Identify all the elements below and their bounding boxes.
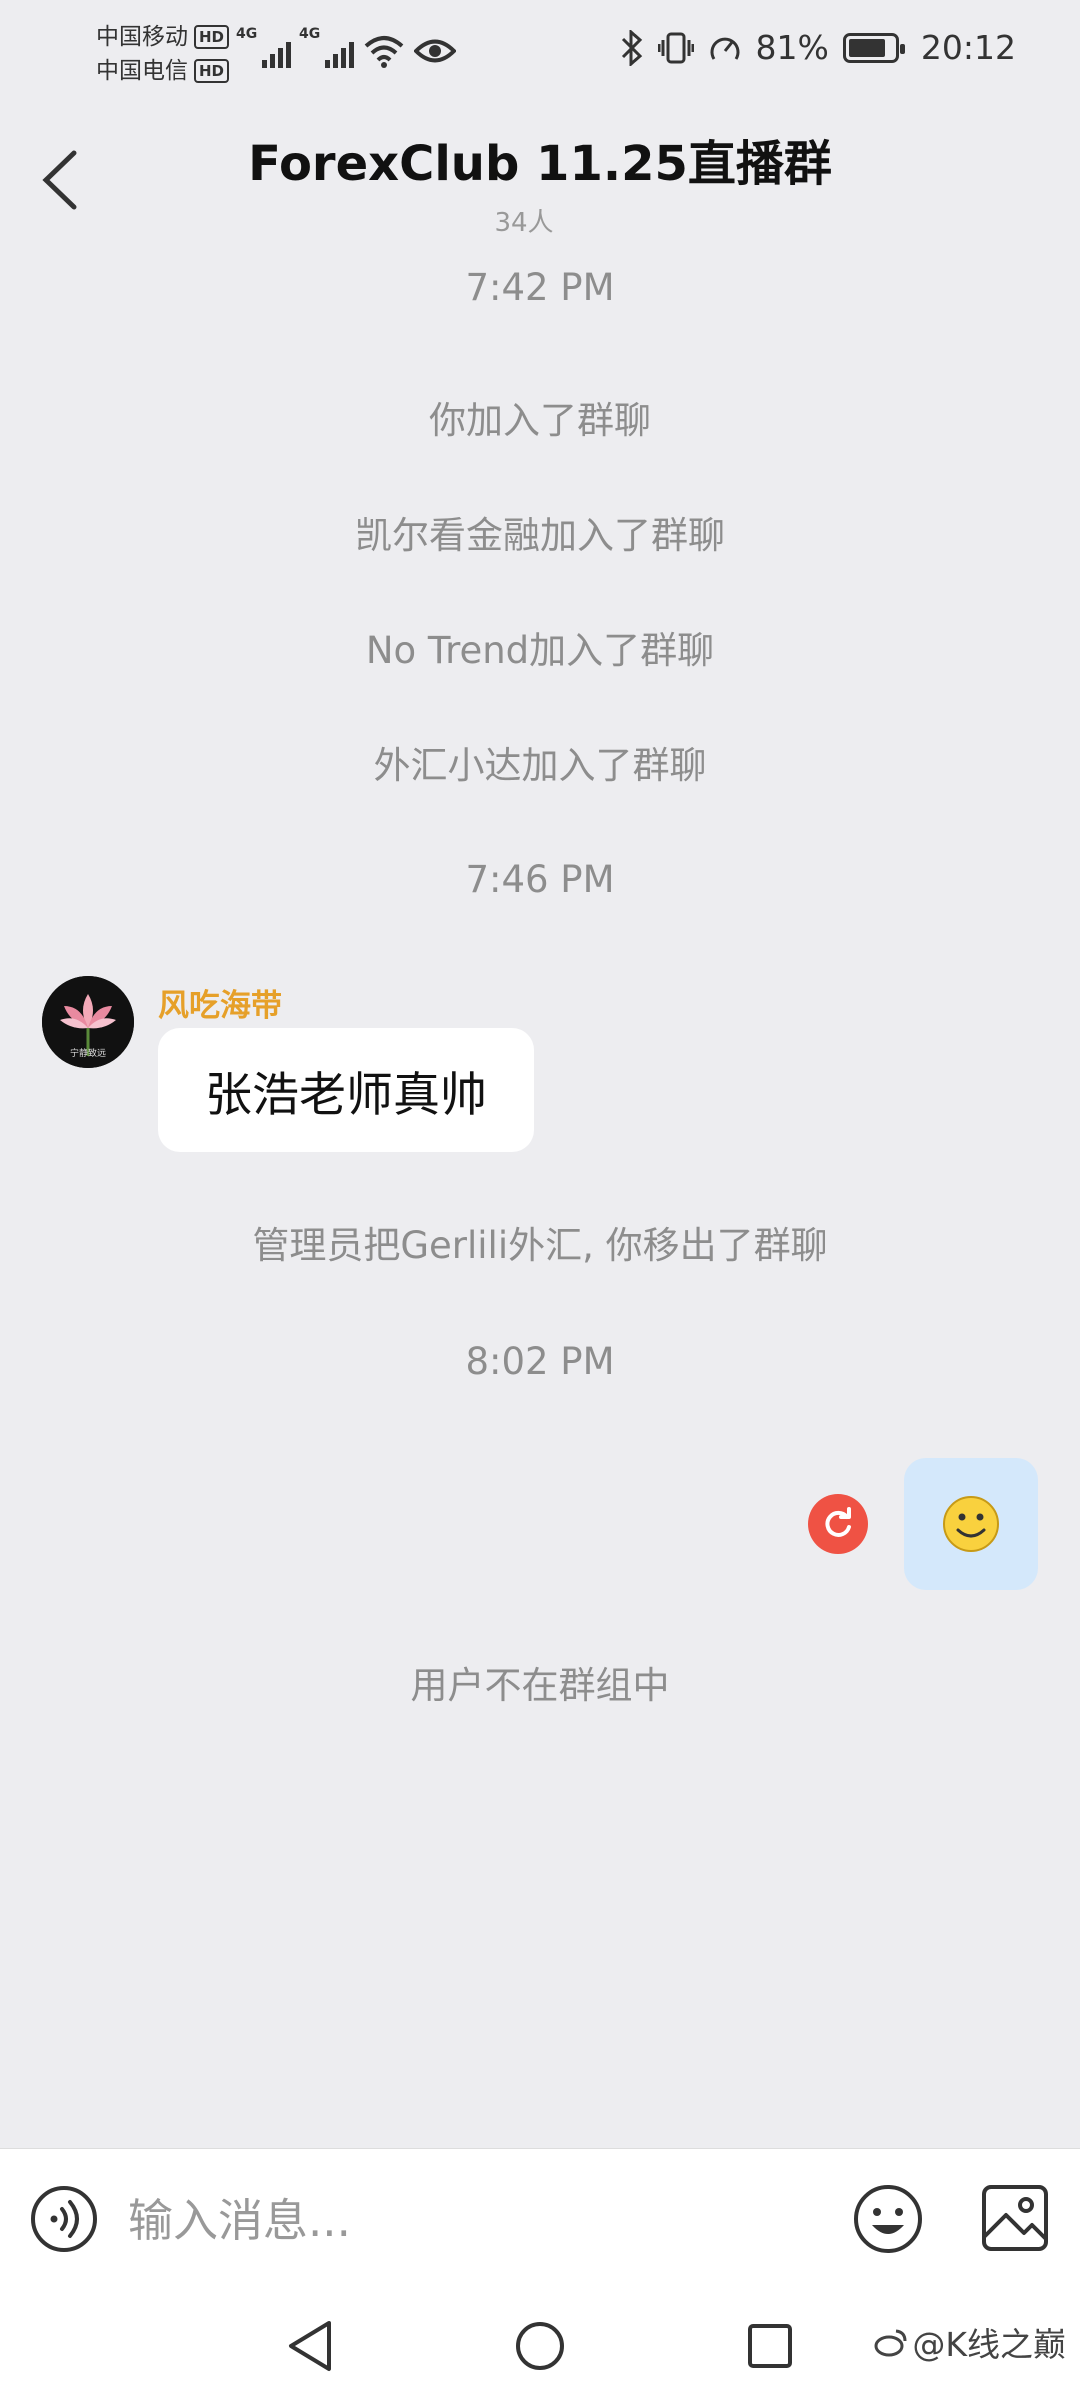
system-nav-bar: @K线之巅 — [0, 2290, 1080, 2400]
hd-badge: HD — [194, 25, 230, 49]
battery-icon — [842, 32, 905, 63]
hd-badge: HD — [194, 59, 230, 83]
battery-percent: 81% — [755, 28, 829, 67]
emoji-icon — [854, 2185, 922, 2253]
watermark-text: @K线之巅 — [912, 2325, 1066, 2364]
image-icon — [982, 2185, 1048, 2251]
smile-emoji-icon — [943, 1496, 999, 1552]
nav-recent-icon — [748, 2324, 792, 2368]
system-message: No Trend加入了群聊 — [365, 629, 715, 672]
voice-icon — [31, 2186, 97, 2252]
group-title: ForexClub 11.25直播群 — [248, 136, 832, 192]
system-message: 管理员把Gerlili外汇, 你移出了群聊 — [252, 1224, 828, 1267]
avatar[interactable]: 宁静致远 — [42, 976, 134, 1068]
chat-header: ForexClub 11.25直播群 34人 — [0, 110, 1080, 250]
voice-button[interactable] — [30, 2185, 98, 2253]
timestamp: 8:02 PM — [465, 1340, 615, 1383]
watermark: @K线之巅 — [874, 2318, 1066, 2366]
network-type-label: 4G — [236, 26, 258, 42]
resend-button[interactable] — [808, 1494, 868, 1554]
input-bar — [0, 2148, 1080, 2290]
system-message: 外汇小达加入了群聊 — [373, 744, 707, 787]
timestamp: 7:46 PM — [465, 858, 615, 901]
timestamp: 7:42 PM — [465, 266, 615, 309]
status-time: 20:12 — [920, 28, 1016, 67]
system-message: 用户不在群组中 — [410, 1664, 670, 1707]
system-message: 凯尔看金融加入了群聊 — [355, 514, 725, 557]
carrier-1-label: 中国移动 — [96, 24, 188, 50]
nav-home-icon — [516, 2322, 564, 2370]
resend-icon — [825, 1507, 851, 1537]
signal-indicators: 4G 4G — [236, 26, 456, 68]
status-bar: 中国移动 HD 中国电信 HD 4G 4G 81% 20:12 — [0, 0, 1080, 110]
status-right: 81% 20:12 — [620, 28, 1016, 67]
system-message: 你加入了群聊 — [429, 399, 651, 442]
weibo-logo-icon — [874, 2329, 907, 2357]
nav-recent-button[interactable] — [738, 2314, 802, 2378]
member-count: 34人 — [494, 208, 554, 238]
signal-strength-icon: 4G — [236, 26, 291, 68]
image-button[interactable] — [980, 2183, 1050, 2253]
nav-home-button[interactable] — [508, 2314, 572, 2378]
nav-back-button[interactable] — [278, 2314, 342, 2378]
wifi-icon — [364, 36, 404, 68]
vibrate-icon — [657, 32, 694, 63]
avatar-caption: 宁静致远 — [69, 1049, 106, 1059]
message-input[interactable] — [128, 2183, 808, 2257]
outgoing-message-bubble[interactable] — [904, 1458, 1038, 1590]
signal-strength-icon: 4G — [299, 26, 354, 68]
nav-back-icon — [289, 2321, 331, 2371]
sender-name[interactable]: 风吃海带 — [158, 980, 282, 1025]
battery-fill — [848, 38, 885, 57]
emoji-button[interactable] — [852, 2183, 924, 2255]
eye-icon — [414, 39, 456, 63]
bluetooth-icon — [621, 29, 642, 66]
carrier-info: 中国移动 HD 中国电信 HD — [96, 20, 230, 88]
data-speed-icon — [710, 37, 739, 60]
message-bubble[interactable]: 张浩老师真帅 — [158, 1028, 534, 1152]
network-type-label: 4G — [299, 26, 321, 42]
carrier-2-label: 中国电信 — [96, 58, 188, 84]
